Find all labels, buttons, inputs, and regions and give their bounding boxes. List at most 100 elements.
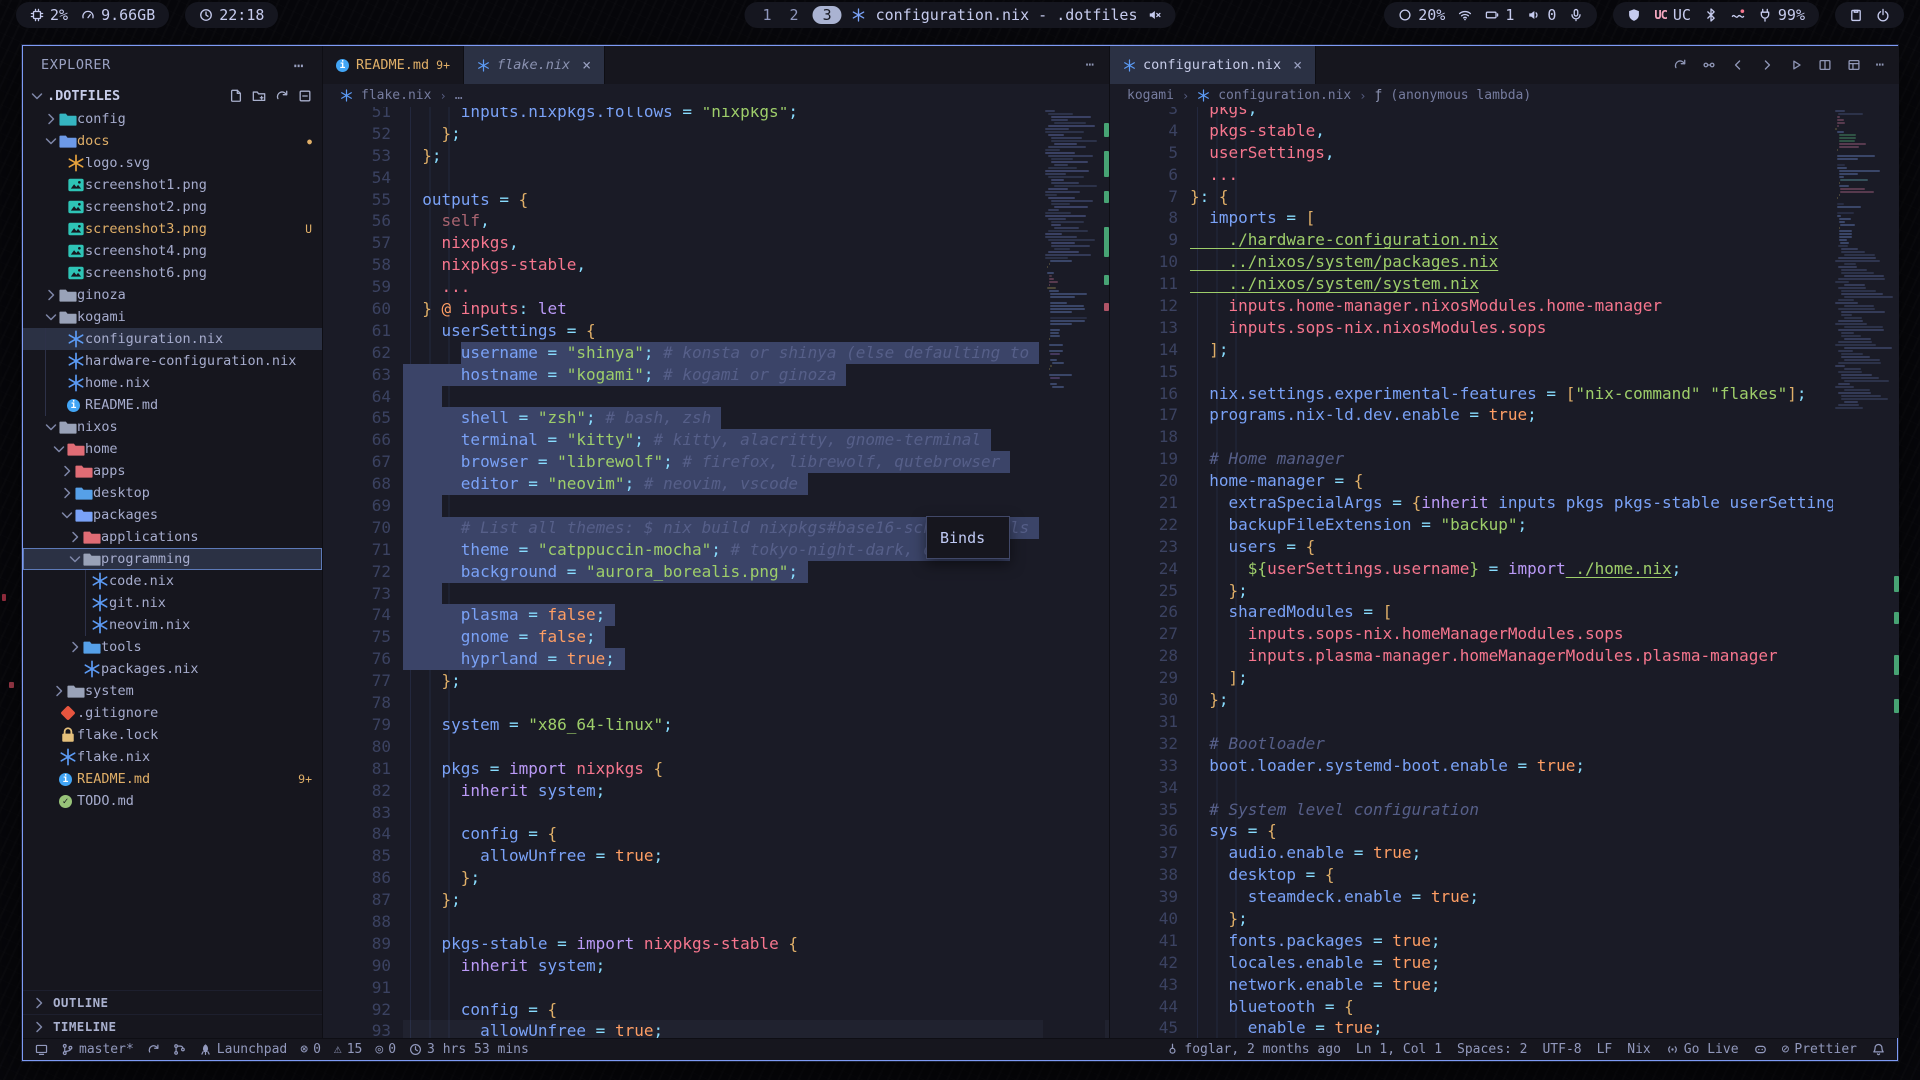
tree-item-screenshot2.png[interactable]: screenshot2.png (23, 196, 322, 218)
topbar-item-wave[interactable] (1731, 8, 1745, 22)
tree-item-kogami[interactable]: kogami (23, 306, 322, 328)
tree-item-code.nix[interactable]: code.nix (23, 570, 322, 592)
tree-item-applications[interactable]: applications (23, 526, 322, 548)
tree-item-readme.md[interactable]: iREADME.md (23, 394, 322, 416)
editor-content[interactable]: 3456789101112131415161718192021222324252… (1110, 107, 1899, 1038)
tree-item-hardware-configuration.nix[interactable]: hardware-configuration.nix (23, 350, 322, 372)
code-token: } (1190, 690, 1219, 709)
encoding-button[interactable]: UTF-8 (1542, 1042, 1581, 1057)
tree-item-packages.nix[interactable]: packages.nix (23, 658, 322, 680)
compare-button[interactable] (1702, 58, 1716, 72)
eol-button[interactable]: LF (1597, 1042, 1613, 1057)
go-live-button[interactable]: Go Live (1666, 1042, 1739, 1057)
topbar-item-power[interactable] (1876, 8, 1890, 22)
topbar-item-bluetooth[interactable] (1704, 8, 1718, 22)
breadcrumb[interactable]: flake.nix›… (323, 84, 1109, 107)
copilot-button[interactable] (1754, 1043, 1767, 1056)
topbar-item-battery[interactable]: 1 (1485, 6, 1514, 24)
split-button[interactable] (1818, 58, 1832, 72)
errors-button[interactable]: ⊗0 (300, 1042, 321, 1057)
topbar-item-plug[interactable]: 99% (1758, 6, 1805, 24)
topbar-item-clock[interactable]: 22:18 (199, 6, 264, 24)
sidebar-section-outline[interactable]: OUTLINE (23, 990, 322, 1014)
time-tracker-button[interactable]: 3 hrs 53 mins (409, 1042, 529, 1057)
ports-button[interactable]: ◎0 (375, 1042, 396, 1057)
sync-button[interactable] (1673, 58, 1687, 72)
minimap[interactable] (1833, 107, 1895, 1038)
topbar-item-uc-tray[interactable]: UCUC (1654, 6, 1691, 24)
tree-item-desktop[interactable]: desktop (23, 482, 322, 504)
tree-item-config[interactable]: config (23, 108, 322, 130)
tree-item-logo.svg[interactable]: logo.svg (23, 152, 322, 174)
workspace-1[interactable]: 1 (759, 6, 776, 24)
close-icon[interactable]: × (1293, 56, 1302, 74)
close-icon[interactable]: × (582, 56, 591, 74)
sidebar-section-timeline[interactable]: TIMELINE (23, 1014, 322, 1038)
layout-button[interactable] (1847, 58, 1861, 72)
sync-button[interactable] (147, 1043, 160, 1056)
tree-item-screenshot1.png[interactable]: screenshot1.png (23, 174, 322, 196)
collapse-all-button[interactable] (298, 89, 312, 103)
tree-item-.gitignore[interactable]: .gitignore (23, 702, 322, 724)
more-button[interactable]: ⋯ (1876, 58, 1884, 72)
tree-item-todo.md[interactable]: ✓TODO.md (23, 790, 322, 812)
tree-item-configuration.nix[interactable]: configuration.nix (23, 328, 322, 350)
refresh-button[interactable] (275, 89, 289, 103)
minimap[interactable] (1043, 107, 1105, 1038)
tree-item-packages[interactable]: packages (23, 504, 322, 526)
notifications-button[interactable] (1872, 1043, 1885, 1056)
explorer-more-button[interactable]: ⋯ (294, 56, 304, 75)
topbar-item-cpu[interactable]: 2% (30, 6, 68, 24)
git-graph-button[interactable] (173, 1043, 186, 1056)
topbar-item-mic[interactable] (1569, 8, 1583, 22)
minimap-line (1837, 131, 1844, 133)
tab-flake.nix[interactable]: flake.nix× (464, 46, 605, 84)
git-branch-button[interactable]: master* (61, 1042, 134, 1057)
language-mode-button[interactable]: Nix (1627, 1042, 1650, 1057)
tree-item-screenshot6.png[interactable]: screenshot6.png (23, 262, 322, 284)
warnings-button[interactable]: ⚠15 (334, 1042, 362, 1057)
indentation-button[interactable]: Spaces: 2 (1457, 1042, 1527, 1057)
tree-item-system[interactable]: system (23, 680, 322, 702)
tree-item-screenshot4.png[interactable]: screenshot4.png (23, 240, 322, 262)
tree-item-home.nix[interactable]: home.nix (23, 372, 322, 394)
tree-item-programming[interactable]: programming (23, 548, 322, 570)
topbar-item-wifi[interactable] (1458, 8, 1472, 22)
workspace-root-row[interactable]: .DOTFILES (23, 84, 322, 108)
topbar-item-shield[interactable] (1627, 8, 1641, 22)
remote-window-button[interactable] (35, 1043, 48, 1056)
tree-item-git.nix[interactable]: git.nix (23, 592, 322, 614)
forward-button[interactable] (1760, 58, 1774, 72)
breadcrumb[interactable]: kogami›configuration.nix›ƒ(anonymous lam… (1110, 84, 1899, 107)
tree-item-readme.md[interactable]: iREADME.md9+ (23, 768, 322, 790)
prettier-button[interactable]: ⊘Prettier (1782, 1042, 1857, 1057)
back-button[interactable] (1731, 58, 1745, 72)
tree-item-screenshot3.png[interactable]: screenshot3.pngU (23, 218, 322, 240)
tree-item-apps[interactable]: apps (23, 460, 322, 482)
new-file-button[interactable] (229, 89, 243, 103)
topbar-item-clipboard[interactable] (1849, 8, 1863, 22)
tab-configuration.nix[interactable]: configuration.nix× (1110, 46, 1316, 84)
workspace-3[interactable]: 3 (813, 6, 842, 24)
topbar-item-brightness[interactable]: 20% (1398, 6, 1445, 24)
workspace-2[interactable]: 2 (786, 6, 803, 24)
topbar-item-gauge[interactable]: 9.66GB (81, 6, 155, 24)
topbar-item-speaker[interactable]: 0 (1527, 6, 1556, 24)
tree-item-flake.nix[interactable]: flake.nix (23, 746, 322, 768)
code-token: ... (1190, 165, 1238, 184)
tree-item-nixos[interactable]: nixos (23, 416, 322, 438)
tab-readme.md[interactable]: iREADME.md9+ (323, 46, 464, 84)
editor-content[interactable]: 5152535455565758596061626364656667686970… (323, 107, 1109, 1038)
tree-item-home[interactable]: home (23, 438, 322, 460)
tree-item-flake.lock[interactable]: flake.lock (23, 724, 322, 746)
more-button[interactable]: ⋯ (1086, 58, 1094, 72)
tree-item-neovim.nix[interactable]: neovim.nix (23, 614, 322, 636)
launchpad-button[interactable]: Launchpad (199, 1042, 287, 1057)
tree-item-tools[interactable]: tools (23, 636, 322, 658)
tree-item-ginoza[interactable]: ginoza (23, 284, 322, 306)
tree-item-docs[interactable]: docs● (23, 130, 322, 152)
run-button[interactable] (1789, 58, 1803, 72)
new-folder-button[interactable] (252, 89, 266, 103)
cursor-position-button[interactable]: Ln 1, Col 1 (1356, 1042, 1442, 1057)
git-blame-item[interactable]: foglar, 2 months ago (1166, 1042, 1341, 1057)
